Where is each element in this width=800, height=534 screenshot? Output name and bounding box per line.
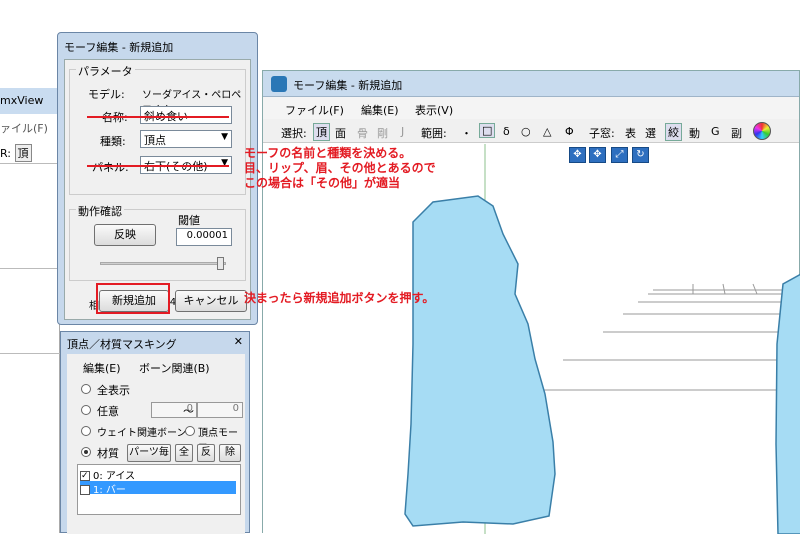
threshold-label: 閾値: [178, 214, 200, 227]
annotation-line: この場合は「その他」が適当: [244, 176, 401, 190]
morph-type-value: 頂点: [144, 134, 166, 147]
close-icon[interactable]: ✕: [234, 335, 243, 348]
list-item[interactable]: ✓ 0: アイス: [80, 467, 236, 482]
ice-bar-model-duplicate: [775, 273, 800, 534]
chevron-down-icon: ▼: [221, 132, 228, 142]
viewport-canvas[interactable]: ✥ ✥ ⤢ ↻: [263, 144, 800, 534]
background-pmxview-window: mxView ァイル(F) R: 頂: [0, 88, 60, 533]
panel-underline-annotation: [87, 165, 229, 167]
menu-file[interactable]: ファイル(F): [285, 102, 344, 118]
threshold-slider[interactable]: [100, 262, 226, 265]
any-label: 任意: [97, 405, 119, 418]
masking-window: 頂点／材質マスキング ✕ 編集(E) ボーン関連(B) 全表示 任意 0 〜 0…: [60, 331, 250, 534]
range-delta-button[interactable]: δ: [503, 125, 510, 138]
main-menu-bar: ファイル(F) 編集(E) 表示(V): [263, 97, 799, 119]
select-rigid-button[interactable]: 剛: [377, 125, 388, 141]
morph-name-input[interactable]: 斜め食い: [140, 106, 232, 124]
threshold-slider-thumb[interactable]: [216, 257, 224, 270]
morph-new-dialog: モーフ編集 - 新規追加 パラメータ モデル: ソーダアイス・ペロペロくん 名称…: [57, 32, 258, 325]
range-separator: 〜: [183, 405, 194, 418]
masking-body: 編集(E) ボーン関連(B) 全表示 任意 0 〜 0 ウェイト関連ボーン 頂点…: [67, 354, 245, 534]
main-toolbar: 選択: 頂 面 骨 剛 J 範囲: ・ □ δ ○ △ Φ 子窓: 表 選 絞 …: [263, 119, 799, 143]
child-select-button[interactable]: 選: [645, 125, 656, 141]
list-item[interactable]: 1: バー: [80, 481, 236, 496]
annotation-line: モーフの名前と種類を決める。: [244, 146, 412, 160]
floor-grid: [523, 283, 800, 391]
select-vertex-button[interactable]: 頂: [313, 123, 330, 141]
background-toolbar-label: R:: [0, 147, 12, 160]
reflect-button[interactable]: 反映: [94, 224, 156, 246]
background-toolbar: R: 頂: [0, 144, 32, 162]
exclude-button[interactable]: 除: [219, 444, 241, 462]
select-label: 選択:: [281, 127, 307, 140]
background-window-title: mxView: [0, 94, 44, 107]
select-joint-button[interactable]: J: [401, 125, 404, 138]
dialog-title: モーフ編集 - 新規追加: [64, 41, 174, 54]
threshold-input[interactable]: 0.00001: [176, 228, 232, 246]
background-divider: [0, 268, 60, 269]
range-phi-button[interactable]: Φ: [565, 125, 574, 138]
morph-type-select[interactable]: 頂点 ▼: [140, 130, 232, 148]
background-divider: [0, 353, 60, 354]
parameter-group-label: パラメータ: [76, 63, 135, 79]
select-all-button[interactable]: 全: [175, 444, 193, 462]
add-button-highlight: [96, 283, 170, 314]
annotation-line: 目、リップ、眉、その他とあるので: [244, 161, 436, 175]
menu-view[interactable]: 表示(V): [415, 102, 453, 118]
mask-menu-edit[interactable]: 編集(E): [83, 360, 121, 376]
weight-bone-label: ウェイト関連ボーン: [97, 428, 187, 439]
vertex-morph-radio[interactable]: [185, 426, 195, 436]
child-move-button[interactable]: 動: [689, 125, 700, 141]
name-underline-annotation: [87, 116, 229, 118]
range-label: 範囲:: [421, 127, 447, 140]
app-icon: [271, 76, 287, 92]
select-bone-button[interactable]: 骨: [357, 125, 368, 141]
range-triangle-button[interactable]: △: [543, 125, 551, 138]
menu-edit[interactable]: 編集(E): [361, 102, 399, 118]
panel-label: パネル:: [92, 161, 129, 174]
masking-window-title: 頂点／材質マスキング: [67, 338, 177, 351]
range-point-button[interactable]: ・: [461, 125, 472, 141]
child-window-label: 子窓:: [589, 127, 615, 140]
viewport-scene: [404, 144, 800, 534]
child-table-button[interactable]: 表: [625, 125, 636, 141]
child-g-button[interactable]: G: [711, 125, 720, 138]
child-filter-button[interactable]: 絞: [665, 123, 682, 141]
per-part-button[interactable]: パーツ毎: [127, 444, 171, 462]
invert-button[interactable]: 反: [197, 444, 215, 462]
type-label: 種類:: [100, 135, 126, 148]
color-wheel-icon[interactable]: [753, 122, 771, 140]
dialog-body: パラメータ モデル: ソーダアイス・ペロペロくん 名称: 斜め食い 種類: 頂点…: [64, 59, 251, 320]
any-radio[interactable]: [81, 405, 91, 415]
background-vertex-button[interactable]: 頂: [14, 144, 32, 162]
material-item-label: 1: バー: [93, 485, 126, 496]
main-title-bar: モーフ編集 - 新規追加: [263, 71, 799, 97]
select-face-button[interactable]: 面: [335, 125, 346, 141]
annotation-note-type: モーフの名前と種類を決める。 目、リップ、眉、その他とあるので この場合は「その…: [244, 146, 436, 191]
mask-menu-bone[interactable]: ボーン関連(B): [139, 360, 210, 376]
checkbox-checked[interactable]: ✓: [80, 471, 90, 481]
checkbox-unchecked[interactable]: [80, 485, 90, 495]
any-to-input[interactable]: 0: [197, 402, 243, 418]
confirm-group-label: 動作確認: [76, 203, 124, 219]
ice-bar-model: [404, 195, 556, 527]
material-list[interactable]: ✓ 0: アイス 1: バー: [77, 464, 241, 515]
confirm-group: 動作確認 反映 閾値 0.00001: [69, 203, 246, 281]
background-menu-file[interactable]: ァイル(F): [0, 120, 60, 136]
material-radio[interactable]: [81, 447, 91, 457]
material-label: 材質: [97, 447, 119, 460]
model-label: モデル:: [88, 88, 125, 101]
background-divider: [0, 163, 60, 164]
range-circle-button[interactable]: ○: [521, 125, 531, 138]
child-sub-button[interactable]: 副: [731, 125, 742, 141]
weight-bone-radio[interactable]: [81, 426, 91, 436]
show-all-label: 全表示: [97, 384, 130, 397]
annotation-note-add: 決まったら新規追加ボタンを押す。: [244, 291, 435, 305]
cancel-button[interactable]: キャンセル: [175, 290, 247, 312]
range-rect-button[interactable]: □: [479, 123, 496, 138]
show-all-radio[interactable]: [81, 384, 91, 394]
background-title-bar: mxView: [0, 88, 60, 114]
parameter-group: パラメータ モデル: ソーダアイス・ペロペロくん 名称: 斜め食い 種類: 頂点…: [69, 63, 246, 195]
main-window-title: モーフ編集 - 新規追加: [293, 79, 403, 92]
